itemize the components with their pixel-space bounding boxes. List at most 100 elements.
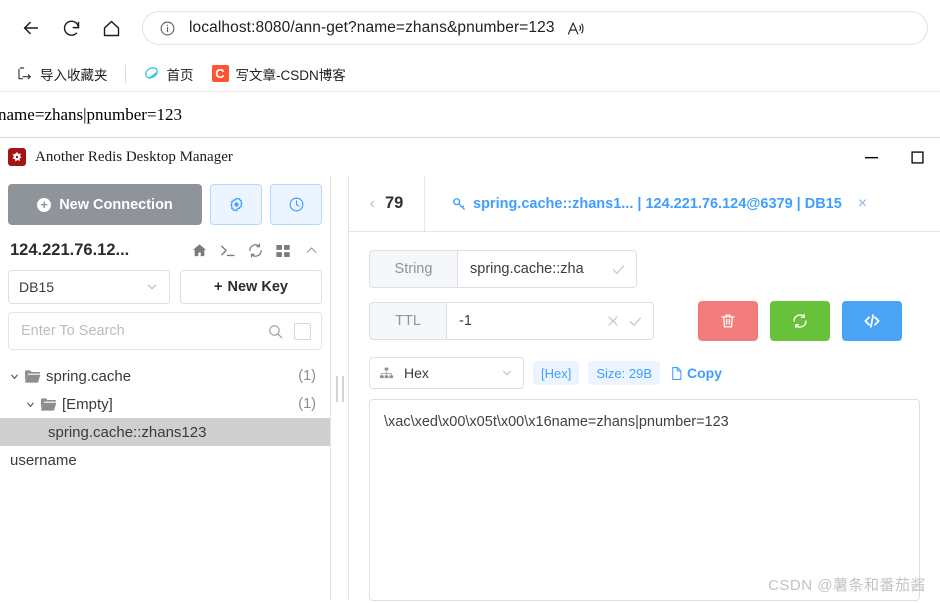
refresh-key-button[interactable] (770, 301, 830, 341)
key-value-textarea[interactable]: \xac\xed\x00\x05t\x00\x16name=zhans|pnum… (369, 399, 920, 601)
panel-splitter[interactable] (331, 176, 349, 601)
address-bar[interactable]: localhost:8080/ann-get?name=zhans&pnumbe… (142, 11, 928, 45)
window-controls (848, 138, 940, 176)
tab-active-key[interactable]: spring.cache::zhans1... | 124.221.76.124… (425, 176, 881, 231)
key-name-input[interactable]: spring.cache::zha (457, 250, 637, 288)
folder-icon (22, 369, 42, 384)
splitter-grip-icon (336, 375, 343, 402)
key-ttl-label: TTL (369, 302, 446, 340)
tree-count: (1) (298, 396, 316, 412)
new-key-button[interactable]: + New Key (180, 270, 322, 304)
ardm-title-bar: Another Redis Desktop Manager (0, 138, 940, 176)
close-icon[interactable] (606, 314, 620, 328)
tab-counter: 79 (384, 194, 404, 212)
check-icon[interactable] (628, 314, 643, 329)
home-button[interactable] (92, 9, 130, 47)
bookmark-label: 写文章-CSDN博客 (235, 67, 346, 83)
minimize-button[interactable] (848, 138, 894, 176)
key-ttl-input[interactable]: -1 (446, 302, 654, 340)
connection-actions (190, 242, 320, 260)
maximize-button[interactable] (894, 138, 940, 176)
bookmark-label: 首页 (166, 67, 194, 83)
browser-toolbar: localhost:8080/ann-get?name=zhans&pnumbe… (0, 0, 940, 56)
check-icon[interactable] (611, 262, 626, 277)
page-response-text: name=zhans|pnumber=123 (0, 104, 183, 124)
db-row: DB15 + New Key (0, 270, 330, 312)
read-aloud-icon[interactable] (561, 13, 591, 43)
browser-window: localhost:8080/ann-get?name=zhans&pnumbe… (0, 0, 940, 138)
clock-icon (288, 196, 305, 213)
key-panel: ‹ 79 spring.cache::zhans1... | 124.221.7… (349, 176, 940, 601)
home-icon[interactable] (190, 242, 208, 260)
search-icon[interactable] (267, 323, 284, 340)
copy-icon (669, 366, 684, 381)
view-code-button[interactable] (842, 301, 902, 341)
tree-row-empty[interactable]: [Empty] (1) (0, 390, 330, 418)
chevron-down-icon[interactable] (6, 371, 22, 382)
search-input[interactable]: Enter To Search (21, 323, 267, 339)
address-text[interactable]: localhost:8080/ann-get?name=zhans&pnumbe… (189, 19, 555, 37)
key-name-value: spring.cache::zha (470, 261, 584, 277)
tabs-bar: ‹ 79 spring.cache::zhans1... | 124.221.7… (349, 176, 940, 232)
bookmarks-bar: 导入收藏夹 首页 C 写文章-CSDN博客 (0, 56, 940, 92)
copy-label: Copy (687, 365, 722, 381)
close-icon[interactable]: × (858, 195, 867, 213)
db-select[interactable]: DB15 (8, 270, 170, 304)
refresh-icon (791, 312, 809, 330)
tree-label: username (10, 451, 77, 469)
key-tree: spring.cache (1) [Empty] (1) spring.cach… (0, 360, 330, 601)
chevron-down-icon (500, 366, 514, 380)
bookmark-import-favorites[interactable]: 导入收藏夹 (8, 61, 116, 87)
settings-button[interactable] (210, 184, 262, 225)
back-button[interactable] (12, 9, 50, 47)
search-exact-checkbox[interactable] (294, 322, 311, 340)
history-button[interactable] (270, 184, 322, 225)
bookmark-csdn[interactable]: C 写文章-CSDN博客 (204, 61, 354, 87)
db-select-value: DB15 (19, 279, 55, 295)
key-ttl-row: TTL -1 (369, 301, 920, 341)
csdn-icon: C (211, 65, 229, 82)
site-info-icon[interactable] (157, 18, 177, 38)
grid-icon[interactable] (274, 242, 292, 260)
connection-name: 124.221.76.12... (10, 241, 130, 259)
chevron-down-icon[interactable] (22, 399, 38, 410)
plus-icon: + (37, 197, 52, 212)
chevron-up-icon[interactable] (302, 242, 320, 260)
bookmark-homepage[interactable]: 首页 (135, 61, 202, 87)
copy-button[interactable]: Copy (669, 365, 722, 381)
key-icon (451, 196, 467, 212)
tree-row-username[interactable]: username (0, 446, 330, 474)
chevron-left-icon: ‹ (369, 194, 375, 212)
new-connection-label: New Connection (59, 196, 173, 213)
delete-key-button[interactable] (698, 301, 758, 341)
format-select[interactable]: Hex (369, 357, 524, 389)
tab-prev-button[interactable]: ‹ 79 (349, 176, 425, 231)
bookmark-label: 导入收藏夹 (40, 67, 108, 83)
refresh-icon[interactable] (246, 242, 264, 260)
tree-count: (1) (298, 368, 316, 384)
key-detail: String spring.cache::zha TTL -1 Hex [Hex… (349, 232, 940, 601)
code-icon (862, 311, 882, 331)
plus-icon: + (214, 279, 223, 295)
new-connection-button[interactable]: + New Connection (8, 184, 202, 225)
bookmark-separator (124, 64, 126, 83)
format-badge: [Hex] (533, 361, 580, 385)
key-type-label: String (369, 250, 457, 288)
tree-row-spring-cache[interactable]: spring.cache (1) (0, 362, 330, 390)
size-badge: Size: 29B (588, 361, 660, 385)
ardm-window: Another Redis Desktop Manager + New Conn… (0, 138, 940, 601)
reload-button[interactable] (52, 9, 90, 47)
format-select-value: Hex (404, 365, 429, 381)
import-favorites-icon (16, 65, 33, 82)
terminal-icon[interactable] (218, 242, 236, 260)
search-box[interactable]: Enter To Search (8, 312, 322, 350)
connection-header[interactable]: 124.221.76.12... (0, 231, 330, 270)
ardm-body: + New Connection 124.221.76.12... DB15 +… (0, 176, 940, 601)
search-row: Enter To Search (0, 312, 330, 360)
new-key-label: New Key (227, 279, 288, 295)
key-action-buttons (698, 301, 902, 341)
chevron-down-icon (145, 280, 159, 294)
key-type-row: String spring.cache::zha (369, 250, 920, 288)
tree-row-key-zhans123[interactable]: spring.cache::zhans123 (0, 418, 330, 446)
tab-label: spring.cache::zhans1... | 124.221.76.124… (473, 195, 842, 212)
